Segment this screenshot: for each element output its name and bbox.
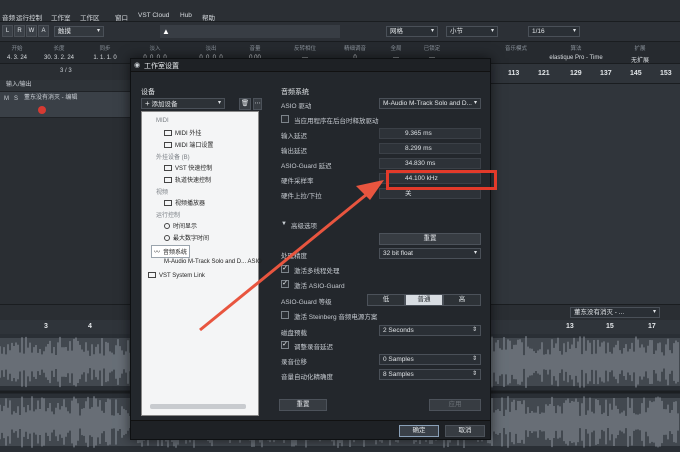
annotation-arrow xyxy=(199,180,384,332)
